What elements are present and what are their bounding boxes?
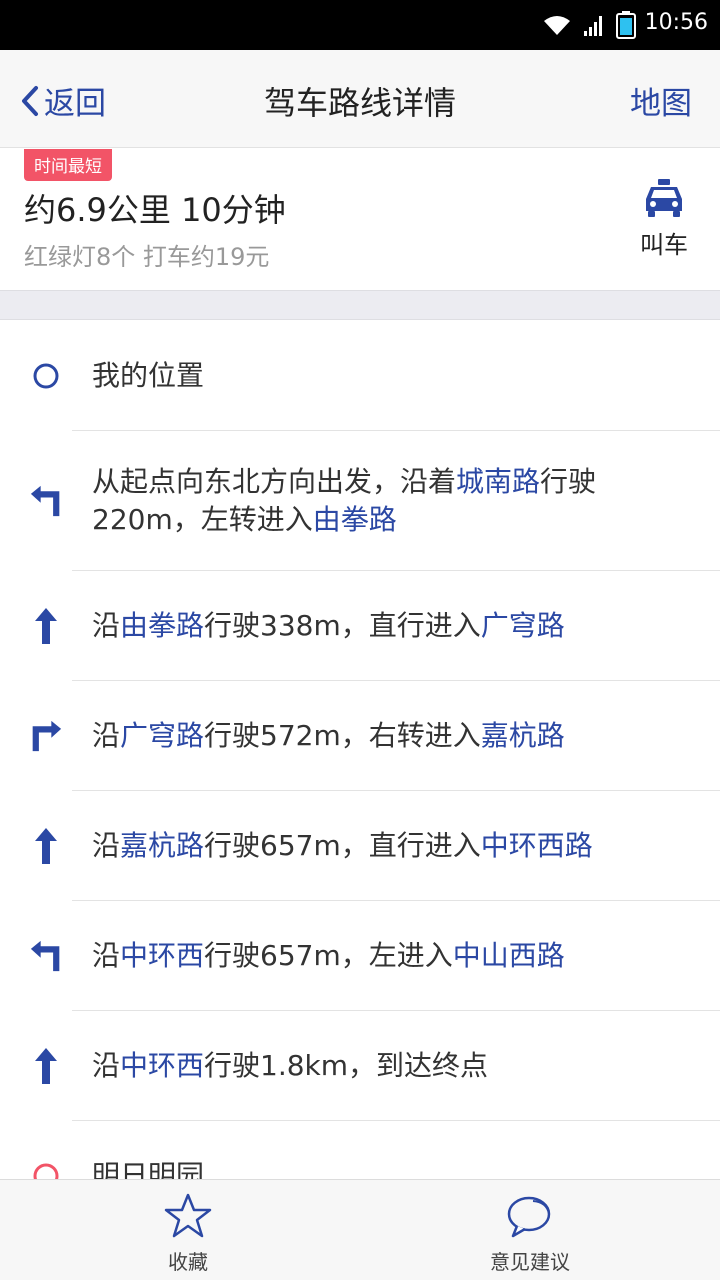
route-step: 从起点向东北方向出发，沿着城南路行驶220m，左转进入由拳路 bbox=[0, 431, 720, 571]
call-taxi-label: 叫车 bbox=[640, 231, 688, 259]
wifi-icon bbox=[544, 16, 570, 35]
straight-arrow-icon bbox=[30, 828, 62, 864]
feedback-button[interactable]: 意见建议 bbox=[440, 1192, 620, 1275]
step-text-segment: 从起点向东北方向出发，沿着 bbox=[92, 465, 457, 498]
step-text-segment: 沿 bbox=[92, 719, 121, 752]
favorite-button[interactable]: 收藏 bbox=[98, 1192, 278, 1275]
route-distance-time: 约6.9公里 10分钟 bbox=[24, 191, 286, 229]
route-step-text: 沿嘉杭路行驶657m，直行进入中环西路 bbox=[92, 827, 680, 865]
step-text-segment: 沿 bbox=[92, 1049, 121, 1082]
chat-bubble-icon bbox=[507, 1196, 551, 1238]
fastest-tag: 时间最短 bbox=[24, 149, 112, 181]
section-divider bbox=[0, 290, 720, 320]
turn-right-icon bbox=[30, 720, 62, 752]
road-name[interactable]: 广穹路 bbox=[481, 609, 565, 642]
route-step: 沿嘉杭路行驶657m，直行进入中环西路 bbox=[0, 791, 720, 901]
route-step: 明日明园 bbox=[0, 1121, 720, 1179]
origin-circle-icon bbox=[30, 360, 62, 392]
step-text-segment: 沿 bbox=[92, 939, 121, 972]
road-name[interactable]: 广穹路 bbox=[120, 719, 204, 752]
straight-arrow-icon bbox=[30, 1048, 62, 1084]
status-icons bbox=[542, 10, 636, 40]
map-button[interactable]: 地图 bbox=[630, 78, 692, 123]
page-title: 驾车路线详情 bbox=[263, 84, 456, 122]
route-step-text: 明日明园 bbox=[92, 1157, 680, 1179]
road-name[interactable]: 中环西 bbox=[120, 1049, 204, 1082]
title-bar: 返回 驾车路线详情 地图 bbox=[0, 50, 720, 148]
signal-icon bbox=[584, 16, 602, 36]
road-name[interactable]: 中环西路 bbox=[481, 829, 593, 862]
turn-left-icon bbox=[30, 485, 62, 517]
route-summary: 时间最短 约6.9公里 10分钟 红绿灯8个 打车约19元 叫车 bbox=[0, 149, 720, 290]
star-icon bbox=[164, 1193, 212, 1238]
road-name[interactable]: 嘉杭路 bbox=[120, 829, 204, 862]
step-text-segment: 沿 bbox=[92, 609, 121, 642]
route-step: 沿广穹路行驶572m，右转进入嘉杭路 bbox=[0, 681, 720, 791]
route-step: 沿中环西行驶657m，左进入中山西路 bbox=[0, 901, 720, 1011]
route-step: 沿由拳路行驶338m，直行进入广穹路 bbox=[0, 571, 720, 681]
turn-left-icon bbox=[30, 940, 62, 972]
taxi-icon bbox=[646, 179, 682, 217]
road-name[interactable]: 中环西 bbox=[120, 939, 204, 972]
route-step-text: 沿中环西行驶657m，左进入中山西路 bbox=[92, 937, 680, 975]
feedback-label: 意见建议 bbox=[490, 1250, 570, 1274]
straight-arrow-icon bbox=[30, 608, 62, 644]
route-step-text: 从起点向东北方向出发，沿着城南路行驶220m，左转进入由拳路 bbox=[92, 463, 680, 539]
battery-icon bbox=[616, 11, 636, 39]
road-name[interactable]: 城南路 bbox=[456, 465, 540, 498]
road-name[interactable]: 中山西路 bbox=[453, 939, 565, 972]
road-name[interactable]: 由拳路 bbox=[313, 503, 397, 536]
step-text-segment: 行驶572m，右转进入 bbox=[204, 719, 481, 752]
bottom-bar: 收藏 意见建议 bbox=[0, 1179, 720, 1280]
call-taxi-button[interactable]: 叫车 bbox=[636, 179, 692, 260]
status-time: 10:56 bbox=[644, 10, 708, 35]
step-text-segment: 行驶657m，直行进入 bbox=[204, 829, 481, 862]
route-extra-info: 红绿灯8个 打车约19元 bbox=[24, 243, 270, 271]
status-bar: 10:56 bbox=[0, 0, 720, 50]
route-step: 沿中环西行驶1.8km，到达终点 bbox=[0, 1011, 720, 1121]
destination-circle-icon bbox=[30, 1160, 62, 1179]
route-steps-list: 我的位置 从起点向东北方向出发，沿着城南路行驶220m，左转进入由拳路 沿由拳路行驶… bbox=[0, 321, 720, 1179]
step-text-segment: 行驶657m，左进入 bbox=[204, 939, 453, 972]
route-step-text: 沿中环西行驶1.8km，到达终点 bbox=[92, 1047, 680, 1085]
route-step: 我的位置 bbox=[0, 321, 720, 431]
route-step-text: 沿广穹路行驶572m，右转进入嘉杭路 bbox=[92, 717, 680, 755]
road-name[interactable]: 由拳路 bbox=[120, 609, 204, 642]
route-step-text: 沿由拳路行驶338m，直行进入广穹路 bbox=[92, 607, 680, 645]
step-text-segment: 行驶1.8km，到达终点 bbox=[204, 1049, 489, 1082]
favorite-label: 收藏 bbox=[168, 1250, 208, 1274]
route-step-text: 我的位置 bbox=[92, 357, 680, 395]
step-text-segment: 行驶338m，直行进入 bbox=[204, 609, 481, 642]
road-name[interactable]: 嘉杭路 bbox=[481, 719, 565, 752]
step-text-segment: 我的位置 bbox=[92, 359, 205, 392]
step-text-segment: 明日明园 bbox=[92, 1159, 205, 1179]
step-text-segment: 沿 bbox=[92, 829, 121, 862]
